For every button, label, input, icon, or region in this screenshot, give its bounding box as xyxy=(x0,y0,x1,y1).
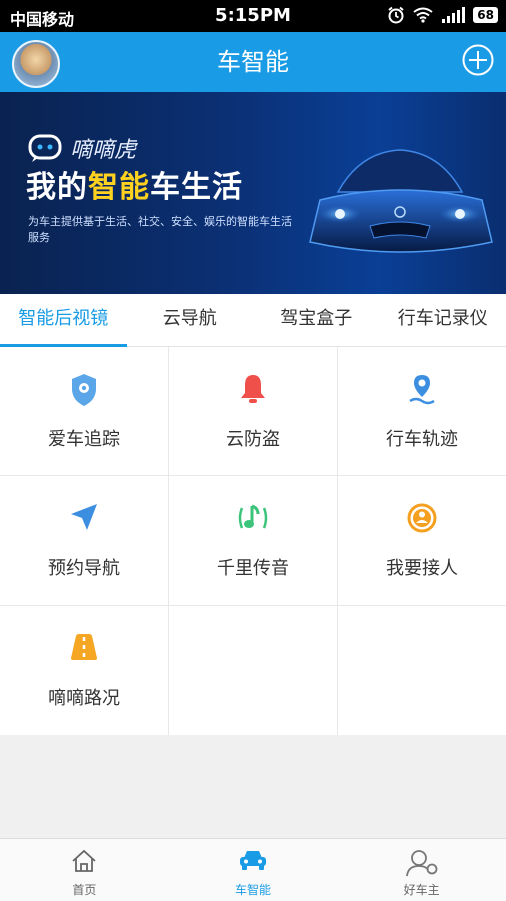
feature-grid: 爱车追踪 云防盗 行车轨迹 预约导航 xyxy=(0,347,506,735)
bell-icon xyxy=(239,373,267,405)
banner-description: 为车主提供基于生活、社交、安全、娱乐的智能车生活服务 xyxy=(28,214,298,246)
feature-voice-relay[interactable]: 千里传音 xyxy=(169,476,337,605)
bottom-navigation: 首页 车智能 好车主 xyxy=(0,838,506,901)
alarm-icon xyxy=(387,6,405,24)
user-icon xyxy=(406,849,438,877)
wifi-icon xyxy=(413,7,433,23)
tab-drive-box[interactable]: 驾宝盒子 xyxy=(253,294,380,346)
slogan-highlight: 智能 xyxy=(88,170,150,205)
feature-label: 千里传音 xyxy=(169,554,337,580)
nav-smart-car[interactable]: 车智能 xyxy=(169,839,338,901)
person-target-icon xyxy=(406,502,438,534)
tab-cloud-navigation[interactable]: 云导航 xyxy=(127,294,254,346)
battery-icon: 68 xyxy=(473,7,498,23)
empty-cell xyxy=(338,606,506,735)
tab-smart-mirror[interactable]: 智能后视镜 xyxy=(0,294,127,346)
page-title: 车智能 xyxy=(0,32,506,92)
nav-label: 首页 xyxy=(0,881,169,898)
home-icon xyxy=(71,849,97,873)
add-device-button[interactable] xyxy=(462,44,494,76)
nav-label: 好车主 xyxy=(337,881,506,898)
feature-label: 行车轨迹 xyxy=(338,425,506,451)
robot-logo-icon xyxy=(28,134,64,162)
music-note-icon xyxy=(236,502,270,534)
feature-label: 预约导航 xyxy=(0,554,168,580)
feature-car-tracking[interactable]: 爱车追踪 xyxy=(0,347,168,475)
brand-name: 嘀嘀虎 xyxy=(70,132,136,164)
slogan-post: 车生活 xyxy=(150,170,243,205)
feature-label: 爱车追踪 xyxy=(0,425,168,451)
empty-cell xyxy=(169,606,337,735)
feature-traffic[interactable]: 嘀嘀路况 xyxy=(0,606,168,735)
feature-driving-track[interactable]: 行车轨迹 xyxy=(338,347,506,475)
shield-location-icon xyxy=(70,373,98,407)
category-tabs: 智能后视镜 云导航 驾宝盒子 行车记录仪 xyxy=(0,294,506,347)
status-icons: 68 xyxy=(387,6,498,24)
app-header: 车智能 xyxy=(0,32,506,92)
feature-scheduled-navigation[interactable]: 预约导航 xyxy=(0,476,168,605)
road-icon xyxy=(68,632,100,662)
brand-logo: 嘀嘀虎 xyxy=(28,132,136,164)
nav-label: 车智能 xyxy=(169,881,338,898)
track-pin-icon xyxy=(406,373,438,407)
tab-dashcam[interactable]: 行车记录仪 xyxy=(380,294,506,346)
car-illustration xyxy=(300,122,500,292)
nav-home[interactable]: 首页 xyxy=(0,839,169,901)
status-bar: 中国移动 5:15PM 68 xyxy=(0,0,506,32)
promo-banner[interactable]: 嘀嘀虎 我的智能车生活 为车主提供基于生活、社交、安全、娱乐的智能车生活服务 xyxy=(0,92,506,294)
banner-slogan: 我的智能车生活 xyxy=(26,162,243,206)
nav-good-owner[interactable]: 好车主 xyxy=(337,839,506,901)
feature-label: 云防盗 xyxy=(169,425,337,451)
slogan-pre: 我的 xyxy=(26,170,88,205)
car-icon xyxy=(239,849,267,871)
feature-label: 我要接人 xyxy=(338,554,506,580)
feature-label: 嘀嘀路况 xyxy=(0,684,168,710)
signal-icon xyxy=(441,7,465,23)
navigation-arrow-icon xyxy=(69,502,99,532)
feature-pick-up[interactable]: 我要接人 xyxy=(338,476,506,605)
feature-anti-theft[interactable]: 云防盗 xyxy=(169,347,337,475)
